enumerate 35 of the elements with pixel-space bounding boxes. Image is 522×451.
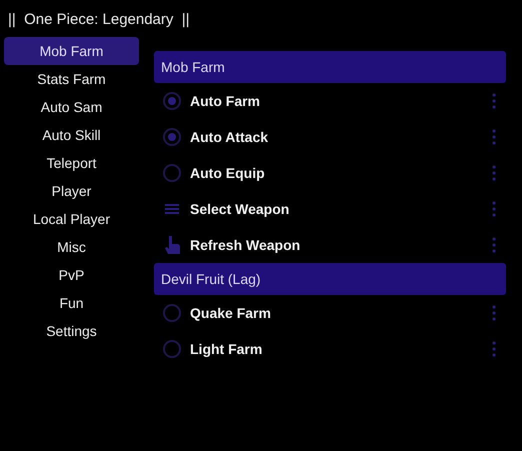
more-icon[interactable] bbox=[492, 341, 496, 357]
option-label[interactable]: Auto Equip bbox=[190, 162, 483, 184]
option-label[interactable]: Quake Farm bbox=[190, 302, 483, 324]
radio-toggle[interactable] bbox=[163, 92, 181, 110]
sidebar-tab[interactable]: Stats Farm bbox=[4, 65, 139, 93]
sidebar-tab[interactable]: Mob Farm bbox=[4, 37, 139, 65]
option-label[interactable]: Light Farm bbox=[190, 338, 483, 360]
option-label[interactable]: Refresh Weapon bbox=[190, 234, 483, 256]
more-icon[interactable] bbox=[492, 201, 496, 217]
sidebar-tab[interactable]: Auto Skill bbox=[4, 121, 139, 149]
sidebar-tab[interactable]: Settings bbox=[4, 317, 139, 345]
sidebar-tab[interactable]: Misc bbox=[4, 233, 139, 261]
list-icon bbox=[163, 203, 181, 215]
option-label[interactable]: Auto Attack bbox=[190, 126, 483, 148]
more-icon[interactable] bbox=[492, 305, 496, 321]
sidebar-tab[interactable]: PvP bbox=[4, 261, 139, 289]
sidebar-tab[interactable]: Teleport bbox=[4, 149, 139, 177]
sidebar-tab[interactable]: Local Player bbox=[4, 205, 139, 233]
sidebar-tab[interactable]: Fun bbox=[4, 289, 139, 317]
more-icon[interactable] bbox=[492, 165, 496, 181]
option-label[interactable]: Select Weapon bbox=[190, 198, 483, 220]
section-header: Devil Fruit (Lag) bbox=[154, 263, 506, 295]
pointer-hand-icon bbox=[163, 235, 181, 255]
sidebar-tab[interactable]: Auto Sam bbox=[4, 93, 139, 121]
option-label[interactable]: Auto Farm bbox=[190, 90, 483, 112]
more-icon[interactable] bbox=[492, 93, 496, 109]
radio-toggle[interactable] bbox=[163, 164, 181, 182]
radio-toggle[interactable] bbox=[163, 128, 181, 146]
window-title: || One Piece: Legendary || bbox=[7, 10, 191, 30]
sidebar-tab[interactable]: Player bbox=[4, 177, 139, 205]
more-icon[interactable] bbox=[492, 237, 496, 253]
section-header: Mob Farm bbox=[154, 51, 506, 83]
radio-toggle[interactable] bbox=[163, 304, 181, 322]
radio-toggle[interactable] bbox=[163, 340, 181, 358]
more-icon[interactable] bbox=[492, 129, 496, 145]
